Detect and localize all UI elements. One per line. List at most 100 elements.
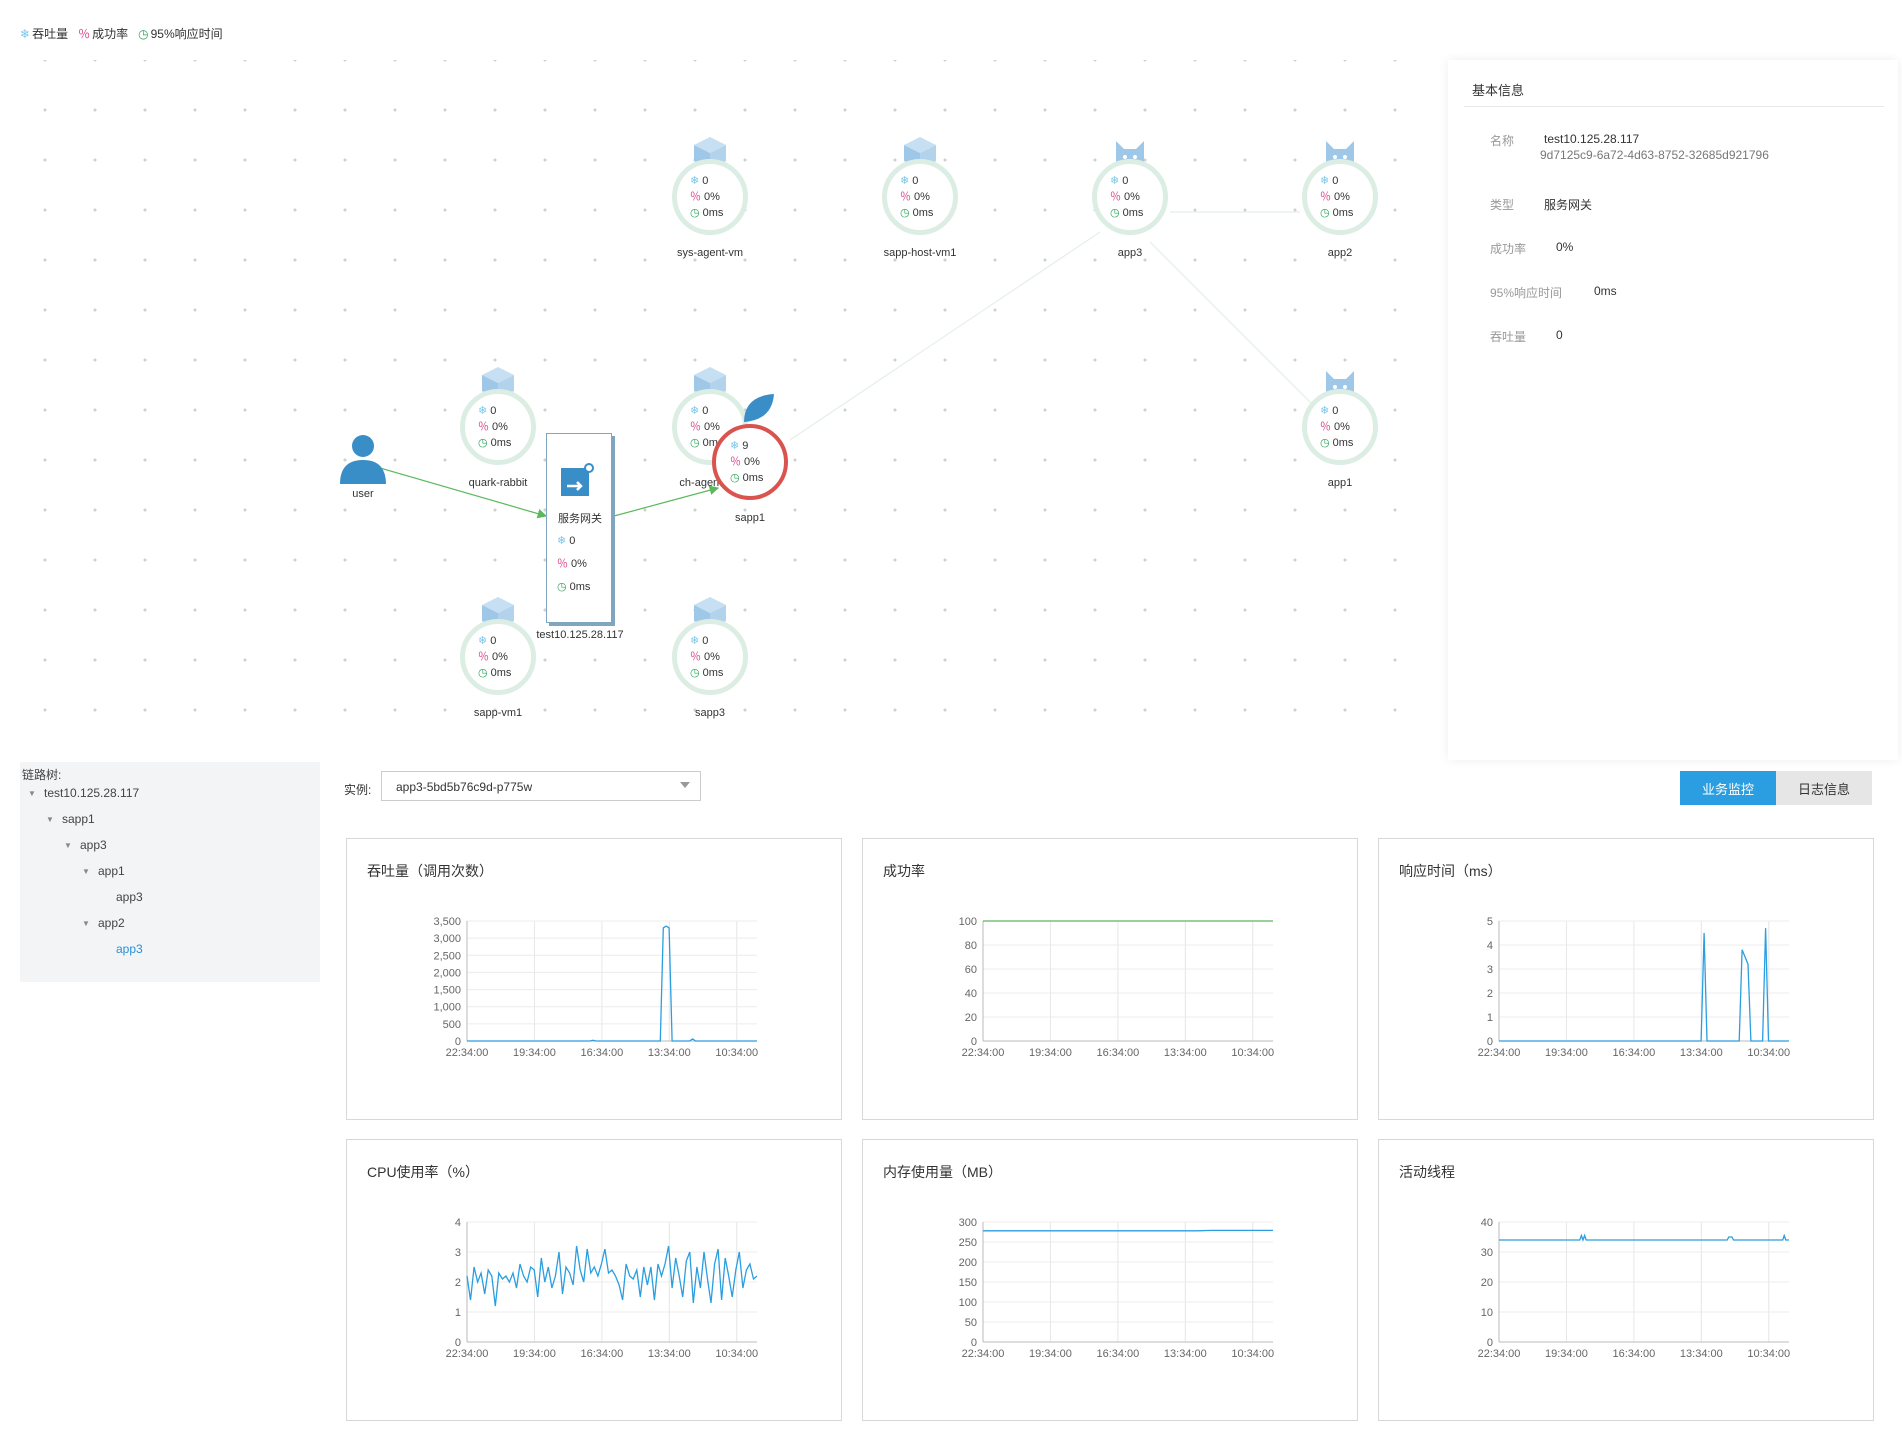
- snowflake-icon: ❄: [478, 405, 488, 417]
- x-tick-label: 22:34:00: [1478, 1047, 1521, 1059]
- node-sapp3[interactable]: ❄ 0 ％ 0% ◷ 0ms sapp3: [670, 595, 750, 735]
- y-tick-label: 4: [1487, 940, 1493, 952]
- tree-item[interactable]: ▼ test10.125.28.117: [28, 786, 139, 800]
- snowflake-icon: ❄: [690, 175, 700, 187]
- info-name-link[interactable]: test10.125.28.117: [1544, 132, 1639, 149]
- tab-business-monitor[interactable]: 业务监控: [1680, 771, 1776, 805]
- legend-throughput: ❄ 吞吐量: [20, 26, 69, 42]
- y-tick-label: 1,000: [433, 1002, 461, 1014]
- chart-card-5: 活动线程 22:34:00 19:34:00 16:34:00 13:34:00 10:3…: [1378, 1139, 1874, 1421]
- x-tick-label: 19:34:00: [513, 1348, 556, 1360]
- node-app2[interactable]: ❄ 0 ％ 0% ◷ 0ms app2: [1300, 135, 1380, 275]
- info-rt-row: 95%响应时间 0ms: [1490, 284, 1617, 300]
- node-sapp-host-vm1[interactable]: ❄ 0 ％ 0% ◷ 0ms sapp-host-vm1: [880, 135, 960, 275]
- tab-log-info[interactable]: 日志信息: [1776, 771, 1872, 805]
- snowflake-icon: ❄: [900, 175, 910, 187]
- y-tick-label: 500: [443, 1019, 461, 1031]
- tree-item[interactable]: ▼ app1: [82, 864, 125, 878]
- gateway-title: 服务网关: [558, 513, 602, 525]
- y-tick-label: 0: [1487, 1337, 1493, 1349]
- node-sys-agent-vm[interactable]: ❄ 0 ％ 0% ◷ 0ms sys-agent-vm: [670, 135, 750, 275]
- node-label: app2: [1327, 247, 1353, 259]
- legend-success: ％成功率: [78, 27, 129, 41]
- node-metrics: ❄ 0 ％ 0% ◷ 0ms: [1320, 175, 1354, 219]
- topology-canvas[interactable]: user 服务网关 ❄ 0 ％ 0% ◷ 0ms test10.125.28.117 …: [0, 60, 1440, 750]
- x-tick-label: 19:34:00: [1545, 1348, 1588, 1360]
- y-tick-label: 10: [1481, 1307, 1493, 1319]
- y-tick-label: 1: [455, 1307, 461, 1319]
- y-tick-label: 4: [455, 1217, 461, 1229]
- info-tp-row: 吞吐量 0: [1490, 328, 1563, 344]
- tree-item[interactable]: ▼ sapp1: [46, 812, 95, 826]
- node-label: sys-agent-vm: [676, 247, 744, 259]
- snowflake-icon: ❄: [730, 440, 740, 452]
- snowflake-icon: ❄: [20, 26, 31, 41]
- chevron-down-icon[interactable]: [680, 782, 690, 788]
- node-sapp-vm1[interactable]: ❄ 0 ％ 0% ◷ 0ms sapp-vm1: [458, 595, 538, 735]
- x-tick-label: 22:34:00: [962, 1047, 1005, 1059]
- y-tick-label: 100: [959, 1297, 977, 1309]
- instance-select[interactable]: app3-5bd5b76c9d-p775w: [381, 771, 701, 801]
- node-label: app1: [1327, 477, 1353, 489]
- percent-icon: ％: [478, 421, 489, 433]
- y-tick-label: 20: [965, 1012, 977, 1024]
- tree-item[interactable]: ▼ app2: [82, 916, 125, 930]
- x-tick-label: 22:34:00: [1478, 1348, 1521, 1360]
- x-tick-label: 19:34:00: [1545, 1047, 1588, 1059]
- info-panel: 基本信息 名称 test10.125.28.117 9d7125c9-6a72-…: [1448, 60, 1898, 760]
- gateway-metrics: ❄ 0 ％ 0% ◷ 0ms: [557, 530, 590, 599]
- percent-icon: ％: [690, 421, 701, 433]
- snowflake-icon: ❄: [1320, 175, 1330, 187]
- percent-icon: ％: [1320, 191, 1331, 203]
- x-tick-label: 16:34:00: [1096, 1348, 1139, 1360]
- node-label: quark-rabbit: [468, 477, 528, 489]
- tree-title: 链路树:: [22, 768, 62, 782]
- y-tick-label: 3: [455, 1247, 461, 1259]
- node-label: sapp3: [695, 707, 725, 719]
- snowflake-icon: ❄: [1110, 175, 1120, 187]
- node-metrics: ❄ 0 ％ 0% ◷ 0ms: [478, 405, 512, 449]
- x-tick-label: 13:34:00: [1680, 1047, 1723, 1059]
- node-label: sapp-vm1: [473, 707, 523, 719]
- node-app1[interactable]: ❄ 0 ％ 0% ◷ 0ms app1: [1300, 365, 1380, 505]
- y-tick-label: 300: [959, 1217, 977, 1229]
- node-sapp1[interactable]: ❄ 9 ％ 0% ◷ 0ms sapp1: [710, 394, 790, 540]
- percent-icon: ％: [557, 558, 568, 570]
- gateway-node[interactable]: 服务网关 ❄ 0 ％ 0% ◷ 0ms: [546, 433, 612, 623]
- node-label: sapp1: [735, 512, 765, 524]
- y-tick-label: 60: [965, 964, 977, 976]
- tree-item-selected[interactable]: app3: [100, 942, 143, 956]
- tree-item[interactable]: app3: [100, 890, 143, 904]
- node-app3[interactable]: ❄ 0 ％ 0% ◷ 0ms app3: [1090, 135, 1170, 275]
- y-tick-label: 200: [959, 1257, 977, 1269]
- x-tick-label: 19:34:00: [513, 1047, 556, 1059]
- x-tick-label: 10:34:00: [715, 1348, 758, 1360]
- info-type-row: 类型 服务网关: [1490, 198, 1593, 212]
- chart-card-3: CPU使用率（%） 22:34:00 19:34:00 16:34:00 13:34:0…: [346, 1139, 842, 1421]
- x-tick-label: 13:34:00: [648, 1348, 691, 1360]
- tree-item[interactable]: ▼ app3: [64, 838, 107, 852]
- x-tick-label: 10:34:00: [1747, 1348, 1790, 1360]
- x-tick-label: 10:34:00: [715, 1047, 758, 1059]
- y-tick-label: 0: [455, 1337, 461, 1349]
- clock-icon: ◷: [690, 667, 700, 679]
- series-line: [1499, 1233, 1789, 1242]
- y-tick-label: 0: [1487, 1036, 1493, 1048]
- user-node[interactable]: user: [336, 432, 390, 502]
- y-tick-label: 80: [965, 940, 977, 952]
- clock-icon: ◷: [730, 472, 740, 484]
- y-tick-label: 100: [959, 916, 977, 928]
- chart-card-4: 内存使用量（MB） 22:34:00 19:34:00 16:34:00 13:34:0…: [862, 1139, 1358, 1421]
- x-tick-label: 13:34:00: [648, 1047, 691, 1059]
- chart-svg: 22:34:00 19:34:00 16:34:00 13:34:00 10:34:00…: [433, 916, 758, 1059]
- trace-tree: 链路树: ▼ test10.125.28.117 ▼ sapp1 ▼ app3 ▼ ap…: [20, 762, 320, 982]
- chart-card-1: 成功率 22:34:00 19:34:00 16:34:00 13:34:00 10:34…: [862, 838, 1358, 1120]
- leaf-icon: [744, 394, 774, 422]
- snowflake-icon: ❄: [1320, 405, 1330, 417]
- node-quark-rabbit[interactable]: ❄ 0 ％ 0% ◷ 0ms quark-rabbit: [458, 365, 538, 505]
- legend: ❄ 吞吐量 ％成功率 ◷ 95%响应时间: [20, 25, 223, 42]
- legend-response: ◷ 95%响应时间: [138, 26, 223, 42]
- clock-icon: ◷: [1110, 207, 1120, 219]
- y-tick-label: 2,000: [433, 967, 461, 979]
- x-tick-label: 16:34:00: [1612, 1047, 1655, 1059]
